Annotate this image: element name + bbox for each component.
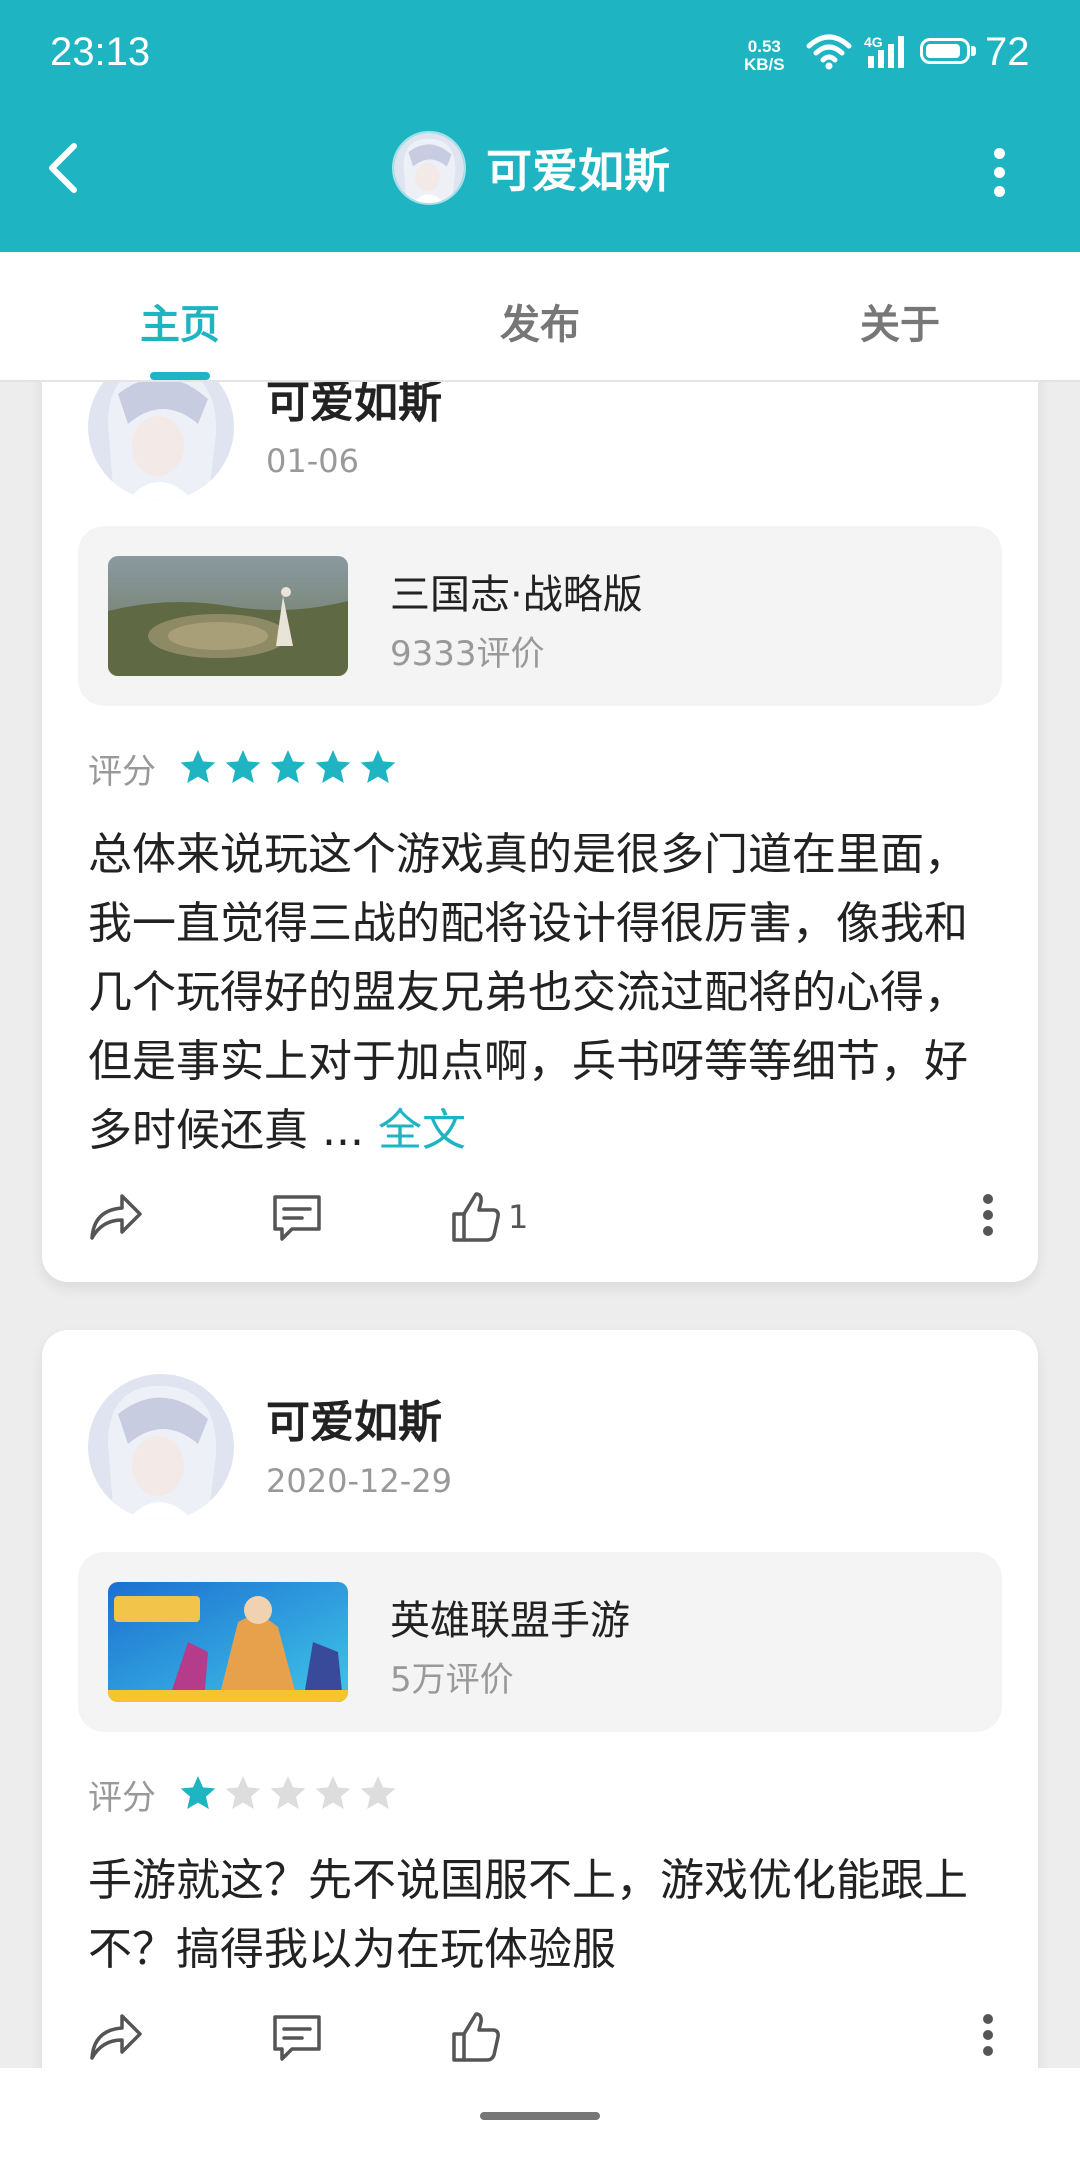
header-avatar bbox=[392, 131, 466, 205]
tab-bar: 主页 发布 关于 bbox=[0, 252, 1080, 382]
rating-label: 评分 bbox=[88, 752, 156, 792]
back-arrow-icon[interactable] bbox=[40, 138, 90, 198]
status-bar: 23:13 0.53 KB/S 4G 72 bbox=[0, 0, 1080, 108]
share-icon[interactable] bbox=[88, 1192, 144, 1242]
thumbs-up-icon[interactable] bbox=[450, 1190, 502, 1244]
comment-icon[interactable] bbox=[270, 2012, 324, 2064]
game-name[interactable]: 英雄联盟手游 bbox=[390, 1588, 630, 1646]
star-empty-icon bbox=[315, 1775, 351, 1809]
tab-home[interactable]: 主页 bbox=[80, 292, 280, 350]
star-rating bbox=[178, 1773, 403, 1817]
game-card[interactable]: 三国志·战略版 9333评价 bbox=[78, 526, 1002, 706]
game-thumbnail bbox=[108, 1582, 348, 1702]
review-body: 总体来说玩这个游戏真的是很多门道在里面，我一直觉得三战的配将设计得很厉害，像我和… bbox=[88, 829, 968, 1156]
tab-about[interactable]: 关于 bbox=[800, 292, 1000, 350]
net-speed: 0.53 KB/S bbox=[744, 38, 785, 74]
system-nav-bar bbox=[0, 2068, 1080, 2160]
card-more-icon[interactable] bbox=[976, 1188, 1000, 1242]
review-card[interactable]: 可爱如斯 01-06 三国志·战略版 9333评价 评分 总体来说玩这个游戏真的… bbox=[42, 330, 1038, 1282]
read-more-link[interactable]: 全文 bbox=[378, 1105, 466, 1156]
star-empty-icon bbox=[360, 1775, 396, 1809]
game-review-count: 9333评价 bbox=[390, 634, 545, 674]
game-review-count: 5万评价 bbox=[390, 1660, 514, 1700]
net-speed-value: 0.53 bbox=[747, 37, 781, 56]
like-count: 1 bbox=[508, 1198, 529, 1236]
home-indicator[interactable] bbox=[480, 2112, 600, 2120]
status-time: 23:13 bbox=[50, 30, 151, 74]
signal-bars-icon bbox=[868, 36, 904, 68]
review-card[interactable]: 可爱如斯 2020-12-29 英雄联盟手游 5万评价 评分 手游就这？先不说国… bbox=[42, 1330, 1038, 2110]
card-more-icon[interactable] bbox=[976, 2008, 1000, 2062]
review-date: 2020-12-29 bbox=[266, 1462, 452, 1500]
star-filled-icon bbox=[225, 749, 261, 783]
star-filled-icon bbox=[270, 749, 306, 783]
battery-icon bbox=[920, 38, 982, 68]
wifi-icon bbox=[806, 34, 852, 70]
review-date: 01-06 bbox=[266, 442, 359, 480]
review-text[interactable]: 手游就这？先不说国服不上，游戏优化能跟上不？搞得我以为在玩体验服 bbox=[88, 1846, 998, 1984]
user-avatar[interactable] bbox=[88, 1374, 234, 1520]
username[interactable]: 可爱如斯 bbox=[266, 1386, 442, 1450]
star-filled-icon bbox=[315, 749, 351, 783]
header-title-group: 可爱如斯 bbox=[392, 131, 670, 205]
star-empty-icon bbox=[270, 1775, 306, 1809]
page-title: 可爱如斯 bbox=[486, 144, 670, 198]
review-body: 手游就这？先不说国服不上，游戏优化能跟上不？搞得我以为在玩体验服 bbox=[88, 1855, 968, 1975]
game-thumbnail bbox=[108, 556, 348, 676]
rating-label: 评分 bbox=[88, 1778, 156, 1818]
game-card[interactable]: 英雄联盟手游 5万评价 bbox=[78, 1552, 1002, 1732]
star-empty-icon bbox=[225, 1775, 261, 1809]
star-filled-icon bbox=[180, 749, 216, 783]
tab-publish[interactable]: 发布 bbox=[440, 292, 640, 350]
rating-row: 评分 bbox=[88, 744, 403, 793]
star-filled-icon bbox=[180, 1775, 216, 1809]
comment-icon[interactable] bbox=[270, 1192, 324, 1244]
share-icon[interactable] bbox=[88, 2012, 144, 2062]
app-bar: 23:13 0.53 KB/S 4G 72 可爱如斯 bbox=[0, 0, 1080, 252]
star-rating bbox=[178, 747, 403, 791]
net-speed-unit: KB/S bbox=[744, 55, 785, 74]
rating-row: 评分 bbox=[88, 1770, 403, 1819]
game-name[interactable]: 三国志·战略版 bbox=[390, 562, 643, 620]
more-vertical-icon[interactable] bbox=[984, 140, 1014, 200]
thumbs-up-icon[interactable] bbox=[450, 2010, 502, 2064]
star-filled-icon bbox=[360, 749, 396, 783]
review-text[interactable]: 总体来说玩这个游戏真的是很多门道在里面，我一直觉得三战的配将设计得很厉害，像我和… bbox=[88, 820, 998, 1165]
battery-percent: 72 bbox=[985, 30, 1030, 74]
tab-indicator bbox=[150, 372, 210, 380]
